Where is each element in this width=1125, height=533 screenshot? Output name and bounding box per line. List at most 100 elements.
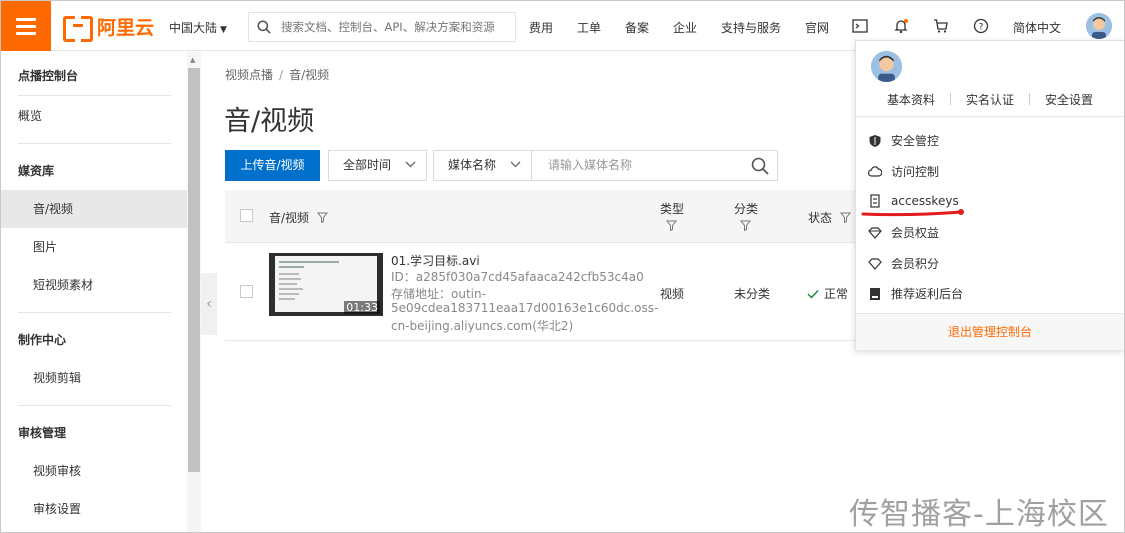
breadcrumb-separator: / xyxy=(279,68,284,82)
diamond-outline-icon xyxy=(868,257,882,270)
column-category: 分类 xyxy=(734,200,758,234)
video-duration: 01:33 xyxy=(344,301,380,314)
page-title: 音/视频 xyxy=(224,106,315,137)
column-media: 音/视频 xyxy=(269,209,328,226)
logo-text: 阿里云 xyxy=(97,16,155,39)
nav-enterprise[interactable]: 企业 xyxy=(673,19,697,36)
divider xyxy=(18,405,171,406)
filter-icon[interactable] xyxy=(739,220,752,232)
logout-button[interactable]: 退出管理控制台 xyxy=(856,313,1124,350)
time-filter-select[interactable]: 全部时间 xyxy=(328,150,427,181)
row-status-label: 正常 xyxy=(824,287,849,301)
red-annotation-underline xyxy=(861,209,964,217)
sidebar-group-media[interactable]: 媒资库 xyxy=(1,152,187,190)
region-label: 中国大陆 xyxy=(169,21,218,35)
account-dropdown: 基本资料 实名认证 安全设置 安全管控 访问控制 accesskeys 会员权益… xyxy=(855,40,1124,350)
link-real-name-auth[interactable]: 实名认证 xyxy=(966,91,1014,108)
shield-icon xyxy=(869,134,881,147)
menu-item-security-control[interactable]: 安全管控 xyxy=(868,132,939,149)
nav-icp[interactable]: 备案 xyxy=(625,19,649,36)
time-filter-label: 全部时间 xyxy=(343,158,392,172)
key-icon xyxy=(870,194,880,208)
search-icon[interactable] xyxy=(751,157,769,175)
global-search-input[interactable] xyxy=(281,20,511,34)
row-type: 视频 xyxy=(660,287,685,301)
watermark: 传智播客-上海校区 xyxy=(849,497,1109,532)
menu-item-label: 推荐返利后台 xyxy=(891,287,964,301)
nav-website[interactable]: 官网 xyxy=(805,19,829,36)
sidebar-item-video-editing[interactable]: 视频剪辑 xyxy=(1,359,187,397)
menu-item-referral-rebate[interactable]: 推荐返利后台 xyxy=(868,285,963,302)
menu-item-label: 会员权益 xyxy=(891,226,940,240)
column-category-label: 分类 xyxy=(734,202,759,216)
sidebar-item-video-review[interactable]: 视频审核 xyxy=(1,452,187,490)
filter-icon[interactable] xyxy=(316,212,328,224)
cart-icon[interactable] xyxy=(931,16,951,36)
scroll-up-icon[interactable]: ▲ xyxy=(190,56,195,64)
console-window: 阿里云 中国大陆▼ 费用 工单 备案 企业 支持与服务 官网 简体中文 ? xyxy=(0,0,1125,533)
caret-down-icon: ▼ xyxy=(220,25,227,35)
sidebar-item-audio-video[interactable]: 音/视频 xyxy=(1,190,187,228)
dropdown-avatar[interactable] xyxy=(871,51,902,82)
column-status: 状态 xyxy=(808,209,851,226)
breadcrumb-current: 音/视频 xyxy=(289,68,330,82)
row-category: 未分类 xyxy=(734,287,771,301)
menu-item-label: 安全管控 xyxy=(891,134,940,148)
menu-item-label: 会员积分 xyxy=(891,257,940,271)
chevron-down-icon xyxy=(405,161,416,168)
nav-tickets[interactable]: 工单 xyxy=(577,19,601,36)
help-icon[interactable]: ? xyxy=(971,16,991,36)
media-field-select[interactable]: 媒体名称 xyxy=(433,150,532,181)
video-thumbnail[interactable]: 01:33 xyxy=(269,253,383,316)
media-search-input[interactable]: 请输入媒体名称 xyxy=(531,150,778,181)
collapse-sidebar-button[interactable]: ‹ xyxy=(201,273,217,335)
link-security-settings[interactable]: 安全设置 xyxy=(1045,91,1093,108)
storage-address-label: 存储地址：outin- xyxy=(391,287,486,301)
chevron-left-icon: ‹ xyxy=(206,296,212,312)
column-type-label: 类型 xyxy=(660,202,685,216)
media-field-label: 媒体名称 xyxy=(448,158,497,172)
sidebar-item-review-settings[interactable]: 审核设置 xyxy=(1,490,187,528)
menu-item-accesskeys[interactable]: accesskeys xyxy=(868,194,959,208)
column-media-label: 音/视频 xyxy=(269,211,310,225)
filter-icon[interactable] xyxy=(665,220,678,232)
menu-item-member-points[interactable]: 会员积分 xyxy=(868,255,939,272)
sidebar-item-overview[interactable]: 概览 xyxy=(1,97,187,135)
terminal-icon[interactable] xyxy=(850,16,870,36)
menu-item-access-control[interactable]: 访问控制 xyxy=(868,163,939,180)
sidebar-item-short-video-material[interactable]: 短视频素材 xyxy=(1,266,187,304)
sidebar-scrollbar-thumb[interactable] xyxy=(188,68,200,472)
select-all-checkbox[interactable] xyxy=(240,209,253,222)
link-basic-info[interactable]: 基本资料 xyxy=(887,91,935,108)
nav-billing[interactable]: 费用 xyxy=(529,19,553,36)
divider xyxy=(1029,93,1030,105)
row-checkbox[interactable] xyxy=(240,285,253,298)
check-icon xyxy=(807,289,819,299)
aliyun-logo-icon xyxy=(63,16,93,42)
global-search[interactable] xyxy=(248,12,516,42)
filter-icon[interactable] xyxy=(839,212,851,224)
storage-address-line: cn-beijing.aliyuncs.com(华北2) xyxy=(391,319,574,333)
column-type: 类型 xyxy=(660,200,684,234)
upload-button[interactable]: 上传音/视频 xyxy=(225,150,320,181)
nav-support[interactable]: 支持与服务 xyxy=(721,19,781,36)
divider xyxy=(856,116,1124,117)
sidebar-item-images[interactable]: 图片 xyxy=(1,228,187,266)
menu-item-member-benefits[interactable]: 会员权益 xyxy=(868,224,939,241)
video-id: ID：a285f030a7cd45afaaca242cfb53c4a0 xyxy=(391,270,644,284)
language-selector[interactable]: 简体中文 xyxy=(1013,19,1061,36)
user-avatar[interactable] xyxy=(1086,13,1112,39)
divider xyxy=(950,93,951,105)
bell-icon[interactable] xyxy=(891,16,911,36)
breadcrumb-vod[interactable]: 视频点播 xyxy=(225,68,273,82)
aliyun-logo[interactable]: 阿里云 xyxy=(63,13,155,42)
region-selector[interactable]: 中国大陆 ▼ xyxy=(169,19,227,36)
diamond-icon xyxy=(868,226,882,239)
sidebar-group-review[interactable]: 审核管理 xyxy=(1,414,187,452)
video-name[interactable]: 01.学习目标.avi xyxy=(391,252,480,269)
divider xyxy=(18,143,171,144)
search-icon xyxy=(257,20,271,34)
sidebar-group-production[interactable]: 制作中心 xyxy=(1,321,187,359)
svg-text:?: ? xyxy=(979,23,984,33)
hamburger-menu-button[interactable] xyxy=(1,1,51,51)
